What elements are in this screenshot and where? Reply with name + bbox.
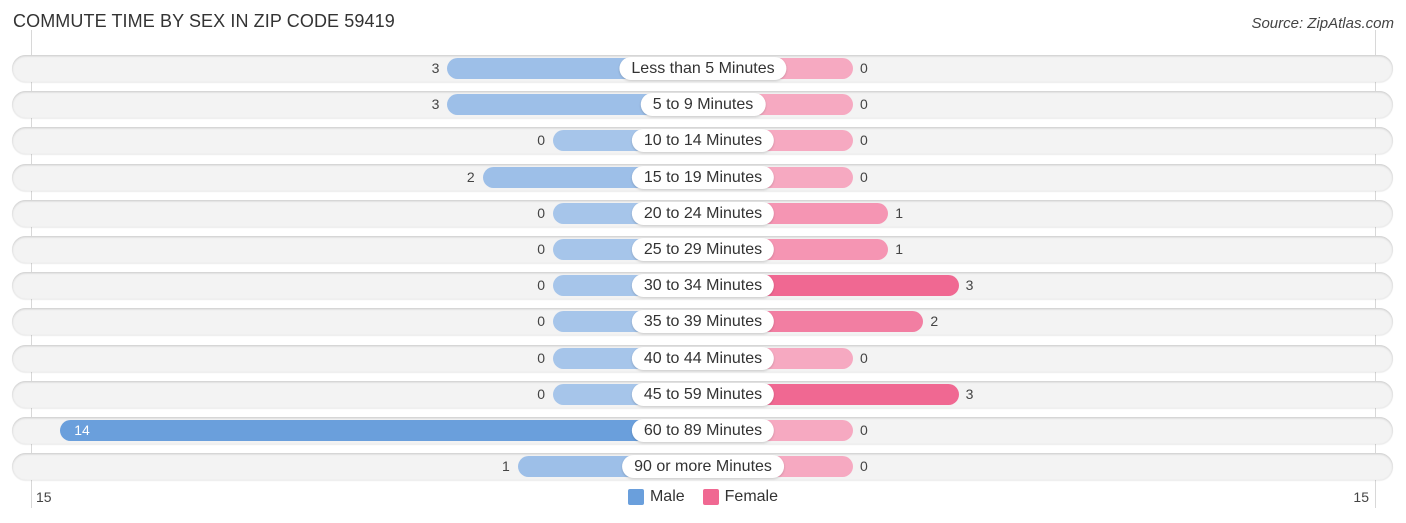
value-label-male: 0 [537,313,545,330]
legend-item-male: Male [627,488,685,506]
category-label: 30 to 34 Minutes [631,274,775,298]
legend-swatch-female [702,489,719,505]
value-label-male: 3 [431,96,440,113]
legend-label-male: Male [649,488,685,505]
value-label-female: 0 [860,422,868,438]
value-label-male: 0 [537,385,545,402]
category-label: 45 to 59 Minutes [631,382,775,406]
chart-area: 3 0 Less than 5 Minutes 3 0 5 to 9 Minutes 0 0 1… [0,0,1406,523]
value-label-female: 0 [860,349,868,366]
value-label-male: 0 [537,277,545,294]
value-label-female: 0 [860,60,868,76]
value-label-female: 0 [860,168,868,185]
category-label: 40 to 44 Minutes [631,346,775,370]
value-label-male: 3 [431,60,440,76]
legend: Male Female [0,488,1406,506]
value-label-male: 0 [537,204,545,221]
value-label-male: 0 [537,241,545,257]
value-label-female: 2 [930,313,939,330]
legend-item-female: Female [702,488,779,506]
category-label: 35 to 39 Minutes [631,310,775,334]
value-label-female: 1 [895,241,903,257]
value-label-male: 0 [537,349,545,366]
bar-male [60,420,703,441]
value-label-female: 3 [965,385,974,402]
value-label-female: 0 [860,458,868,475]
value-label-male: 14 [74,422,90,438]
category-label: 20 to 24 Minutes [631,201,775,225]
value-label-female: 0 [860,96,868,113]
category-label: 25 to 29 Minutes [631,238,775,261]
value-label-female: 1 [895,204,903,221]
value-label-male: 0 [537,132,545,149]
category-label: 10 to 14 Minutes [631,129,775,153]
legend-swatch-male [627,489,644,505]
category-label: Less than 5 Minutes [619,57,787,80]
category-label: 5 to 9 Minutes [640,93,766,117]
category-label: 90 or more Minutes [622,455,784,479]
category-label: 15 to 19 Minutes [631,165,775,189]
value-label-male: 2 [466,168,475,185]
value-label-female: 3 [965,277,974,294]
value-label-female: 0 [860,132,868,149]
value-label-male: 1 [502,458,510,475]
legend-label-female: Female [724,488,779,505]
category-label: 60 to 89 Minutes [631,419,775,442]
